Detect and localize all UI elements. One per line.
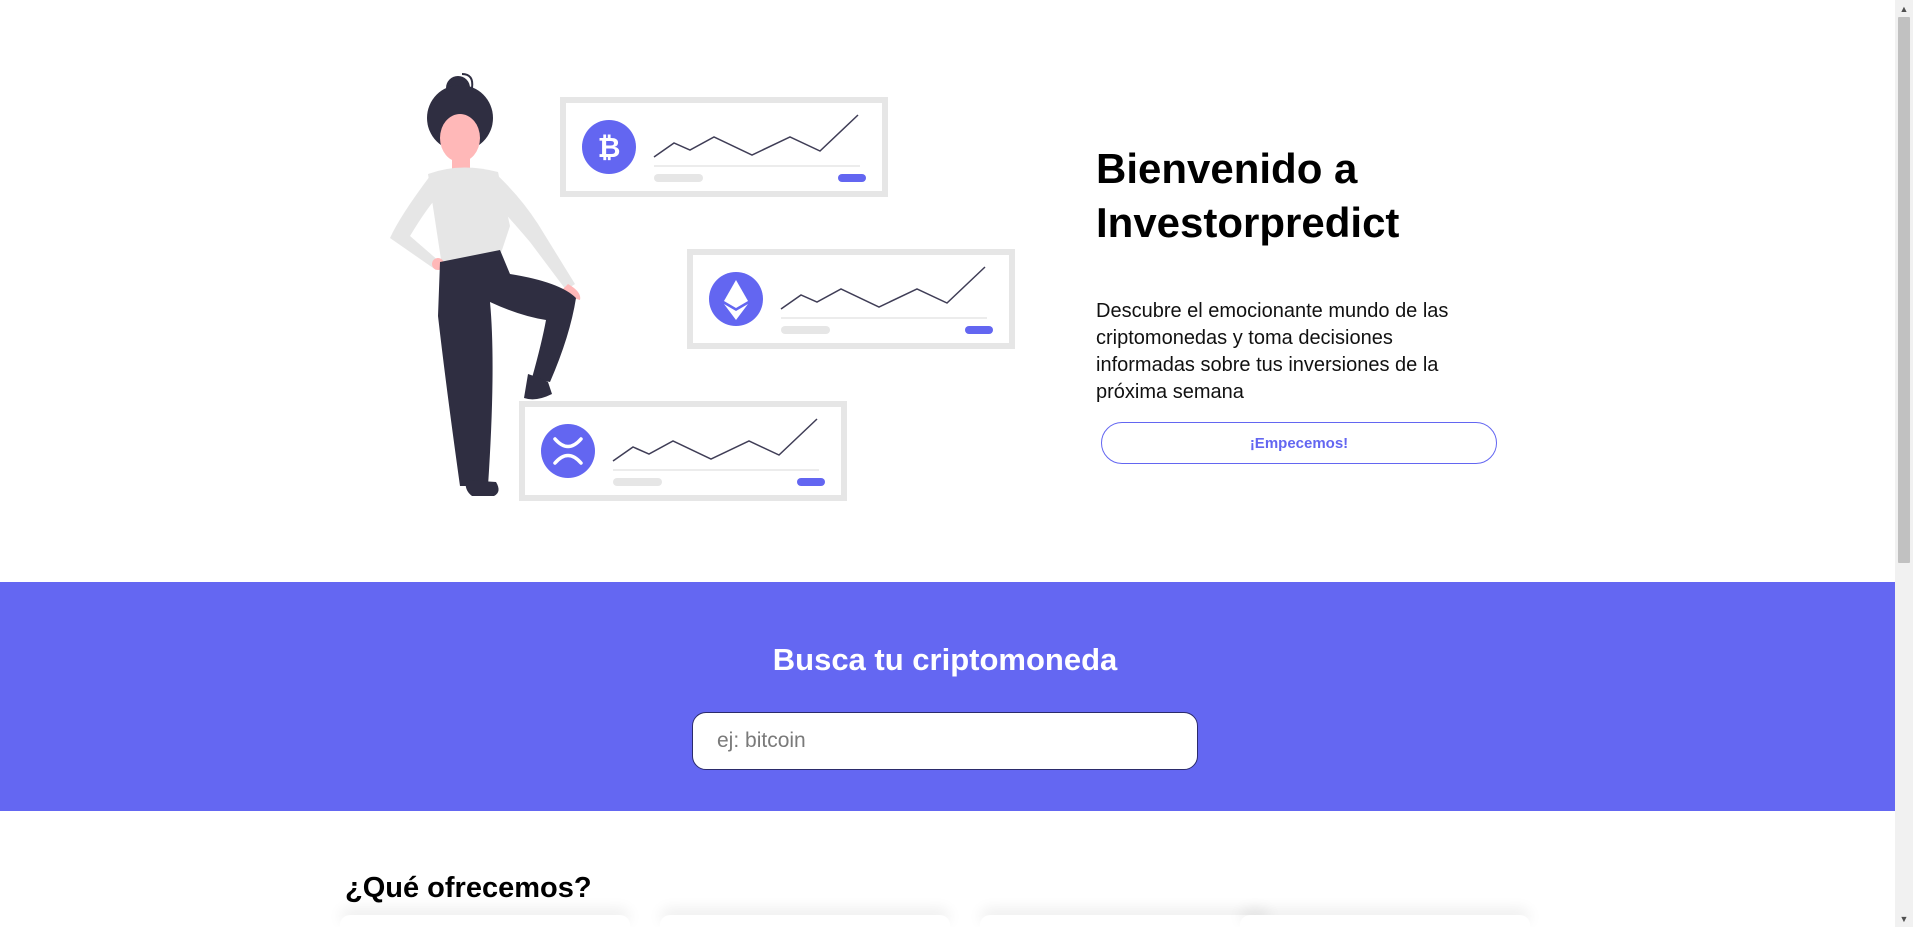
offer-card <box>980 915 1270 927</box>
crypto-card-ethereum <box>687 249 1015 349</box>
xrp-icon <box>541 424 595 478</box>
hero-title-line1: Bienvenido a <box>1096 145 1358 192</box>
hero-description: Descubre el emocionante mundo de las cri… <box>1096 300 1449 403</box>
svg-text:₿: ₿ <box>598 131 621 164</box>
offer-card <box>1240 915 1530 927</box>
scroll-down-arrow-icon[interactable]: ▼ <box>1895 910 1913 927</box>
hero-section: ₿ Bienvenido a Investorpredict Descubre … <box>0 0 1895 582</box>
page: ₿ Bienvenido a Investorpredict Descubre … <box>0 0 1895 927</box>
search-title: Busca tu criptomoneda <box>772 642 1118 677</box>
hero-illustration: ₿ <box>390 73 1015 501</box>
offer-cards-row <box>340 915 1550 927</box>
hero-text: Bienvenido a Investorpredict Descubre el … <box>1096 142 1516 406</box>
crypto-card-xrp <box>519 401 847 501</box>
search-section: Busca tu criptomoneda <box>0 582 1895 811</box>
vertical-scrollbar[interactable]: ▲ ▼ <box>1895 0 1913 927</box>
crypto-search-input[interactable] <box>692 712 1198 770</box>
hero-title-line2: Investorpredict <box>1096 199 1400 246</box>
crypto-card-bitcoin: ₿ <box>560 97 888 197</box>
get-started-button[interactable]: ¡Empecemos! <box>1101 422 1497 464</box>
scroll-up-arrow-icon[interactable]: ▲ <box>1895 0 1913 17</box>
scrollbar-thumb[interactable] <box>1898 17 1910 563</box>
offer-card <box>660 915 950 927</box>
offer-card <box>340 915 630 927</box>
hero-title: Bienvenido a Investorpredict <box>1096 142 1516 250</box>
offer-section-title: ¿Qué ofrecemos? <box>345 872 592 904</box>
